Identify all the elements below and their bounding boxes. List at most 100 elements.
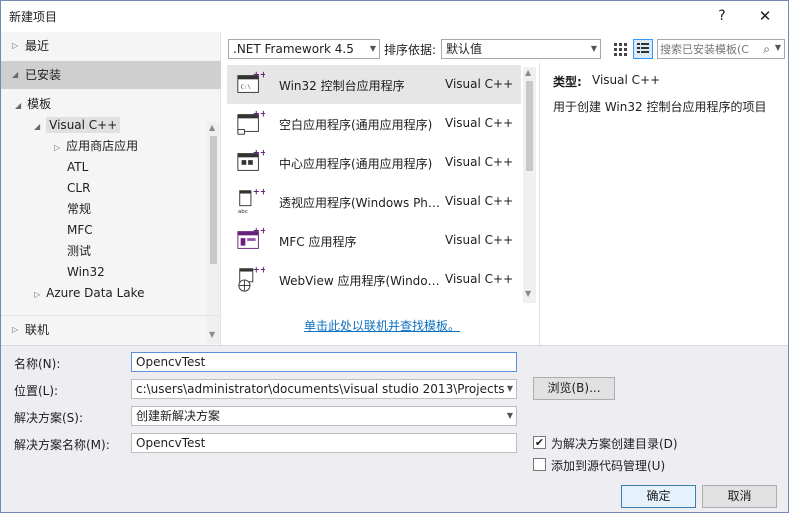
create-directory-checkbox[interactable]: ✔	[533, 436, 546, 449]
sort-value: 默认值	[446, 42, 483, 56]
search-input[interactable]	[660, 41, 760, 57]
tree-item[interactable]: ATL	[54, 157, 88, 178]
nav-installed[interactable]: ◢ 已安装	[1, 61, 221, 89]
tree-item[interactable]: 常规	[54, 199, 91, 220]
nav-recent-label: 最近	[25, 39, 50, 53]
ok-button[interactable]: 确定	[621, 485, 696, 508]
template-description: 用于创建 Win32 控制台应用程序的项目	[553, 100, 767, 114]
expand-arrow-icon[interactable]: ▷	[34, 290, 40, 299]
tree-item[interactable]: ◢ Visual C++	[34, 115, 121, 136]
new-project-dialog: 新建项目 ? ✕ ▷ 最近 ◢ 已安装 ◢ 模板 ◢ Visual C++ ▷ 应用商店应…	[0, 0, 789, 513]
tree-item[interactable]: MFC	[54, 220, 93, 241]
solution-name-input[interactable]: OpencvTest	[131, 433, 517, 453]
cancel-button[interactable]: 取消	[702, 485, 777, 508]
tree-scrollbar[interactable]: ▲ ▼	[207, 122, 220, 344]
blank-template-icon: ++	[237, 109, 265, 135]
tree-item[interactable]: ▷ Azure Data Lake	[34, 283, 145, 304]
name-label: 名称(N):	[14, 357, 61, 371]
find-templates-online-link[interactable]: 单击此处以联机并查找模板。	[304, 317, 460, 334]
solution-name-label: 解决方案名称(M):	[14, 438, 110, 452]
svg-text:C:\: C:\	[241, 85, 251, 91]
template-name: MFC 应用程序	[279, 235, 357, 249]
list-view-icon	[637, 43, 649, 53]
template-description-pane: 类型: Visual C++ 用于创建 Win32 控制台应用程序的项目	[539, 63, 788, 345]
tree-item[interactable]: ▷ 应用商店应用	[54, 136, 138, 157]
expand-arrow-icon[interactable]: ▷	[54, 143, 60, 152]
tree-item-label: Azure Data Lake	[46, 286, 145, 300]
grid-view-icon[interactable]	[611, 40, 629, 58]
template-search-box[interactable]: ⌕ ▼	[657, 39, 785, 59]
source-control-checkbox[interactable]	[533, 458, 546, 471]
template-list-item[interactable]: ++ MFC 应用程序 Visual C++	[227, 221, 521, 260]
scroll-up-icon[interactable]: ▲	[525, 68, 531, 77]
tree-item[interactable]: CLR	[54, 178, 90, 199]
svg-text:++: ++	[253, 148, 265, 157]
collapse-arrow-icon[interactable]: ◢	[34, 122, 40, 131]
template-language: Visual C++	[445, 233, 514, 247]
scrollbar-thumb[interactable]	[210, 136, 217, 264]
mfc-template-icon: ++	[237, 226, 265, 249]
location-select[interactable]: c:\users\administrator\documents\visual …	[131, 379, 517, 399]
template-language: Visual C++	[445, 116, 514, 130]
template-language: Visual C++	[445, 155, 514, 169]
nav-installed-label: 已安装	[25, 68, 62, 82]
pivot-template-icon: abc ++	[238, 187, 265, 215]
source-control-label[interactable]: 添加到源代码管理(U)	[551, 457, 665, 474]
search-icon[interactable]: ⌕	[763, 42, 770, 57]
template-list-item[interactable]: ++ 空白应用程序(通用应用程序) Visual C++	[227, 104, 521, 143]
scrollbar-thumb[interactable]	[526, 81, 533, 171]
framework-value: .NET Framework 4.5	[233, 42, 354, 56]
location-label: 位置(L):	[14, 384, 59, 398]
scroll-down-icon[interactable]: ▼	[525, 289, 531, 298]
browse-button[interactable]: 浏览(B)...	[533, 377, 615, 400]
sort-label: 排序依据:	[384, 43, 437, 57]
template-toolbar: .NET Framework 4.5 ▼ 排序依据: 默认值 ▼ 搜索已安装模板…	[222, 32, 788, 63]
location-value: c:\users\administrator\documents\visual …	[136, 382, 505, 396]
tree-item[interactable]: Win32	[54, 262, 105, 283]
tree-item-label: Win32	[67, 265, 105, 279]
chevron-down-icon[interactable]: ▼	[775, 43, 781, 52]
project-name-input[interactable]: OpencvTest	[131, 352, 517, 372]
template-tree: ◢ 模板 ◢ Visual C++ ▷ 应用商店应用 ATL CLR 常规 MFC 测试 Win32 ▷…	[1, 94, 207, 314]
solution-select[interactable]: 创建新解决方案 ▼	[131, 406, 517, 426]
webview-template-icon: ++	[238, 265, 265, 292]
nav-recent[interactable]: ▷ 最近	[1, 32, 221, 60]
collapse-arrow-icon[interactable]: ◢	[15, 101, 21, 110]
svg-text:++: ++	[253, 265, 265, 274]
help-button[interactable]: ?	[712, 5, 732, 27]
framework-select[interactable]: .NET Framework 4.5 ▼	[228, 39, 380, 59]
tree-item-label: ATL	[67, 160, 89, 174]
expand-arrow-icon: ▷	[12, 325, 19, 334]
template-list-item[interactable]: abc ++ 透视应用程序(Windows Phone)Visual C++	[227, 182, 521, 221]
template-name: 中心应用程序(通用应用程序)	[279, 157, 433, 171]
dialog-title: 新建项目	[9, 10, 58, 24]
svg-text:++: ++	[253, 226, 265, 235]
template-list-item[interactable]: ++ WebView 应用程序(Windows Phone)Visual C++	[227, 260, 521, 299]
tree-item-label: 应用商店应用	[66, 139, 139, 153]
close-button[interactable]: ✕	[753, 5, 777, 27]
template-language: Visual C++	[445, 77, 514, 91]
solution-value: 创建新解决方案	[136, 409, 221, 423]
tree-item[interactable]: ◢ 模板	[15, 94, 51, 115]
nav-online[interactable]: ▷ 联机	[1, 315, 221, 343]
nav-online-label: 联机	[25, 323, 50, 337]
template-list-scrollbar[interactable]: ▲ ▼	[523, 67, 536, 303]
type-value: Visual C++	[592, 73, 661, 87]
expand-arrow-icon: ▷	[12, 41, 19, 50]
tree-item-label: MFC	[67, 223, 93, 237]
tree-item[interactable]: 测试	[54, 241, 91, 262]
project-settings-form: 名称(N): OpencvTest 位置(L): c:\users\admini…	[1, 345, 788, 512]
list-view-button[interactable]	[633, 39, 653, 59]
template-language: Visual C++	[445, 194, 514, 208]
chevron-down-icon: ▼	[506, 411, 513, 420]
template-list-item[interactable]: ++ 中心应用程序(通用应用程序) Visual C++	[227, 143, 521, 182]
template-language: Visual C++	[445, 272, 514, 286]
template-name: 空白应用程序(通用应用程序)	[279, 118, 433, 132]
sort-select[interactable]: 默认值 ▼	[441, 39, 601, 59]
create-directory-label[interactable]: 为解决方案创建目录(D)	[551, 435, 678, 452]
scroll-up-icon[interactable]: ▲	[209, 123, 215, 132]
tree-item-label: 常规	[67, 202, 92, 216]
template-list-item[interactable]: C:\++ Win32 控制台应用程序 Visual C++	[227, 65, 521, 104]
console-template-icon: C:\++	[237, 70, 265, 93]
hub-template-icon: ++	[237, 148, 265, 171]
